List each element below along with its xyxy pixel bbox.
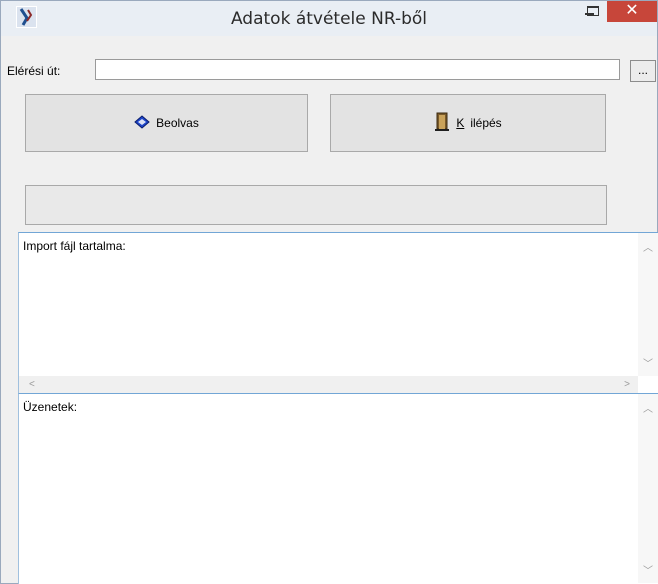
blue-diamond-icon	[134, 114, 150, 132]
scroll-up-icon[interactable]: ︿	[638, 400, 658, 415]
exit-button-mnemonic: K	[456, 116, 465, 130]
scroll-down-icon[interactable]: ﹀	[638, 355, 658, 370]
messages-vertical-scrollbar[interactable]: ︿ ﹀	[638, 394, 658, 583]
messages-area[interactable]: Üzenetek: ︿ ﹀	[18, 393, 658, 584]
path-input[interactable]	[95, 59, 620, 80]
close-button[interactable]: ✕	[607, 1, 657, 22]
window-title: Adatok átvétele NR-ből	[230, 9, 428, 29]
dialog-window: Adatok átvétele NR-ből ✕ Elérési út: ...…	[0, 0, 658, 584]
scroll-left-icon[interactable]: <	[29, 379, 35, 390]
import-content-area[interactable]: Import fájl tartalma: ︿ ﹀ < >	[18, 232, 658, 394]
read-button[interactable]: Beolvas	[25, 94, 308, 152]
status-box	[25, 185, 607, 225]
scroll-up-icon[interactable]: ︿	[638, 239, 658, 254]
import-content-label: Import fájl tartalma:	[23, 239, 126, 253]
scroll-down-icon[interactable]: ﹀	[638, 562, 658, 577]
read-button-label: Beolvas	[156, 116, 199, 130]
messages-label: Üzenetek:	[23, 400, 78, 414]
import-vertical-scrollbar[interactable]: ︿ ﹀	[638, 233, 658, 376]
import-horizontal-scrollbar[interactable]: < >	[19, 376, 638, 394]
browse-button[interactable]: ...	[630, 60, 656, 82]
path-label: Elérési út:	[7, 64, 61, 78]
exit-button-label-rest: ilépés	[470, 116, 502, 130]
title-bar[interactable]: Adatok átvétele NR-ből ✕	[1, 1, 657, 36]
maximize-button[interactable]	[582, 1, 604, 23]
exit-button[interactable]: Kilépés	[330, 94, 606, 152]
exit-door-icon	[434, 112, 450, 135]
scroll-right-icon[interactable]: >	[624, 379, 630, 390]
